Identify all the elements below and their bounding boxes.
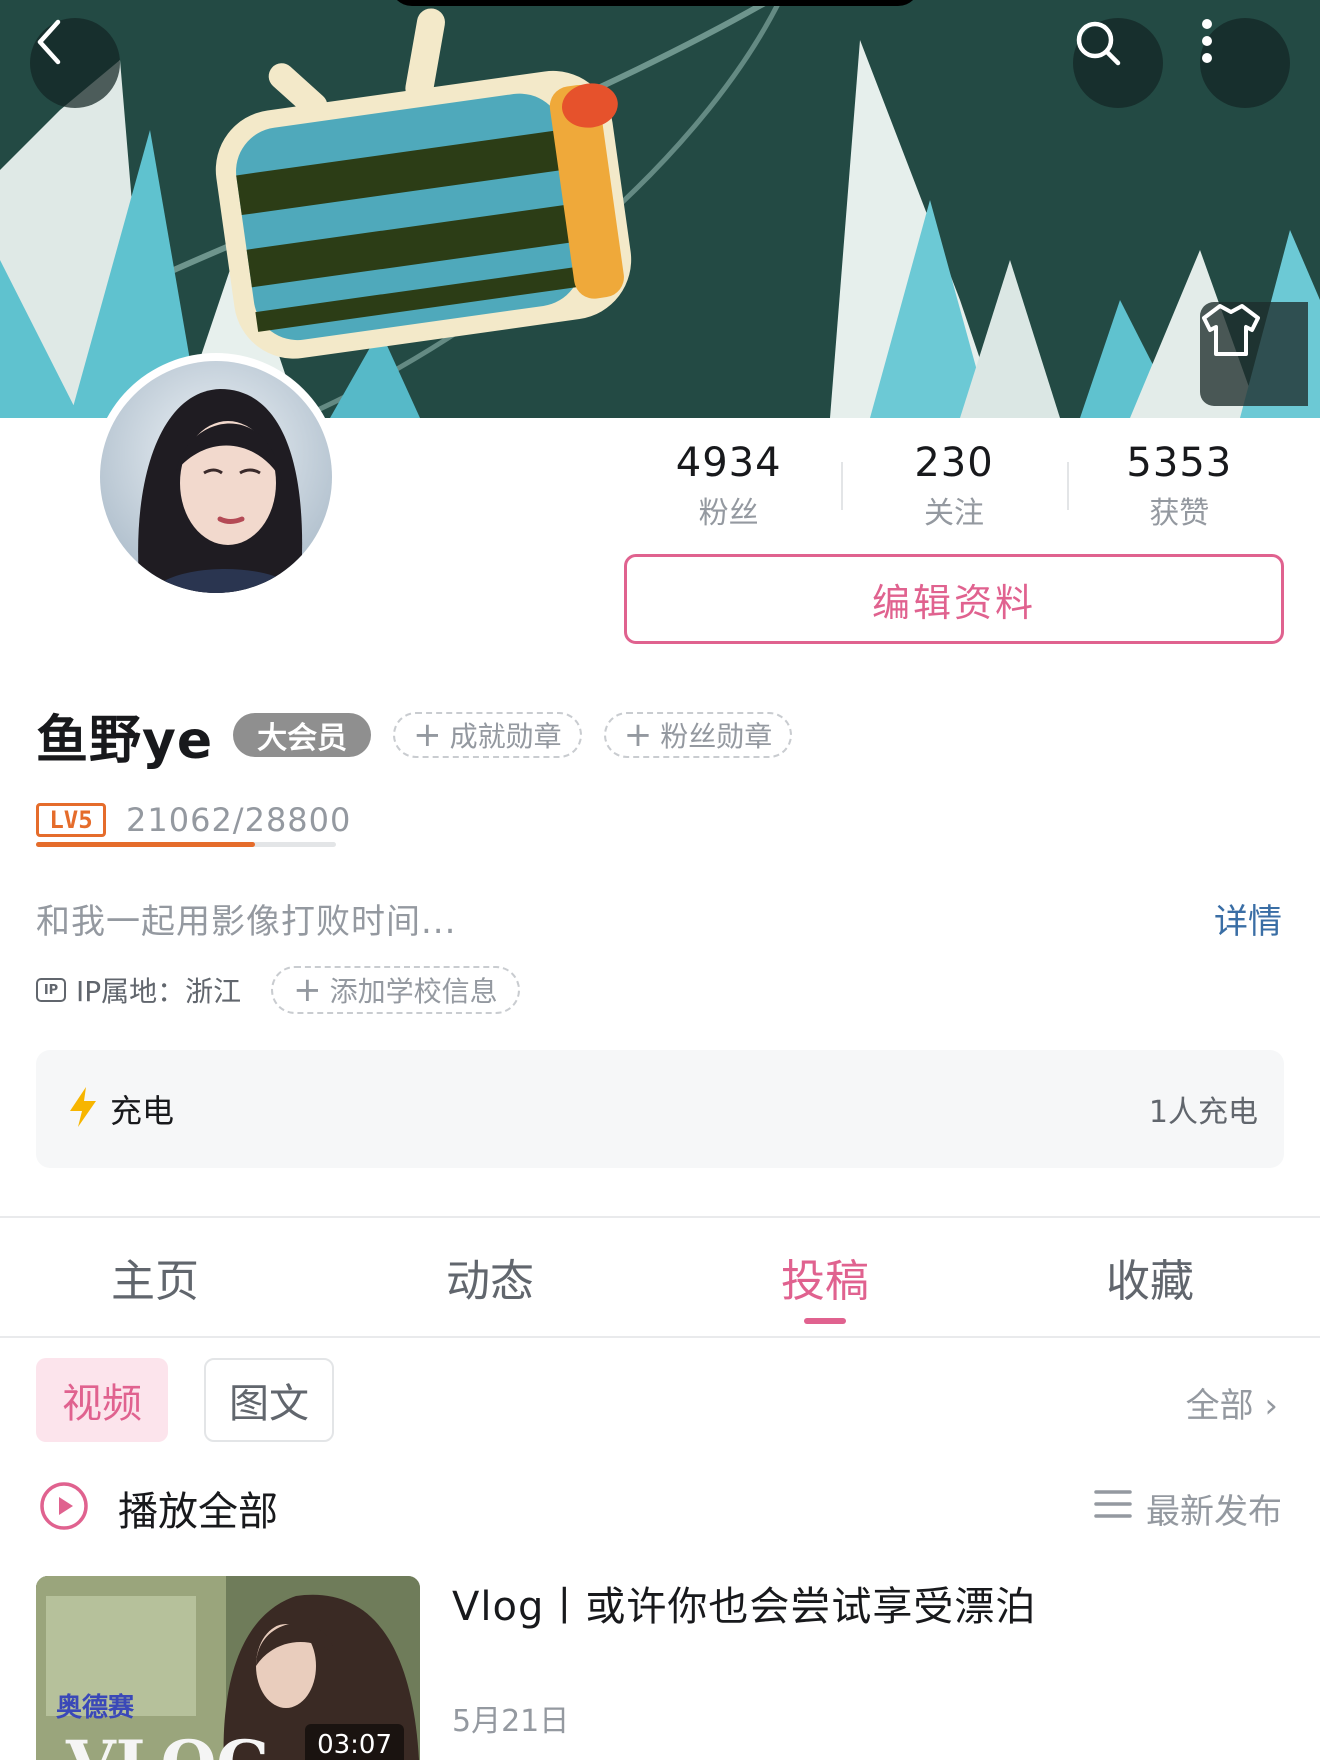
- stat-following[interactable]: 230 关注: [841, 438, 1066, 538]
- ip-icon: IP: [36, 978, 66, 1002]
- detail-link[interactable]: 详情: [1214, 894, 1282, 943]
- filter-video-chip[interactable]: 视频: [36, 1358, 168, 1442]
- user-signature: 和我一起用影像打败时间...: [36, 902, 457, 942]
- add-school-label: 添加学校信息: [329, 975, 498, 1008]
- play-all-label: 播放全部: [118, 1489, 278, 1535]
- plus-icon: +: [413, 715, 442, 755]
- achievement-medal-label: 成就勋章: [449, 720, 562, 753]
- stat-likes[interactable]: 5353 获赞: [1066, 438, 1292, 538]
- video-date: 5月21日: [452, 1704, 570, 1739]
- ip-row: IP IP属地：浙江 + 添加学校信息: [36, 962, 520, 1018]
- profile-tabs: 主页 动态 投稿 收藏: [0, 1218, 1320, 1336]
- list-sort-icon: [1094, 1488, 1132, 1529]
- tab-home[interactable]: 主页: [0, 1218, 310, 1336]
- charge-panel[interactable]: 充电 1人充电: [36, 1050, 1284, 1168]
- tabs-divider-bottom: [0, 1336, 1320, 1338]
- tab-favorites[interactable]: 收藏: [980, 1218, 1320, 1336]
- search-button[interactable]: [1073, 18, 1163, 108]
- level-badge: LV5: [36, 803, 106, 837]
- level-progress-text: 21062/28800: [126, 801, 352, 839]
- play-circle-icon: [38, 1480, 90, 1536]
- fans-medal-chip[interactable]: + 粉丝勋章: [603, 712, 793, 758]
- plus-icon: +: [623, 715, 653, 755]
- plus-icon: +: [293, 970, 322, 1010]
- edit-profile-button[interactable]: 编辑资料: [624, 554, 1284, 644]
- profile-stats: 4934 粉丝 230 关注 5353 获赞: [616, 438, 1292, 538]
- ip-location: IP属地：浙江: [76, 975, 242, 1008]
- video-title[interactable]: Vlog丨或许你也会尝试享受漂泊: [452, 1574, 1036, 1632]
- level-progress-bar: [36, 842, 336, 847]
- tab-submissions-label: 投稿: [781, 1256, 869, 1307]
- tab-favorites-label: 收藏: [1106, 1256, 1194, 1307]
- device-notch: [390, 0, 920, 6]
- fans-medal-label: 粉丝勋章: [660, 720, 773, 753]
- thumb-vlog-text: VLOG: [65, 1727, 271, 1760]
- filter-image-text-chip[interactable]: 图文: [204, 1358, 334, 1442]
- add-school-chip[interactable]: + 添加学校信息: [271, 966, 520, 1014]
- charge-label: 充电: [110, 1092, 175, 1130]
- back-button[interactable]: [30, 18, 120, 108]
- tab-submissions[interactable]: 投稿: [670, 1218, 980, 1336]
- level-row[interactable]: LV5 21062/28800: [36, 796, 351, 844]
- profile-page: 4934 粉丝 230 关注 5353 获赞 编辑资料 鱼野ye 大会员 + 成…: [0, 0, 1320, 1760]
- tab-dynamics[interactable]: 动态: [310, 1218, 670, 1336]
- charge-count: 1人充电: [1148, 1095, 1258, 1130]
- tab-dynamics-label: 动态: [446, 1256, 534, 1307]
- video-thumbnail[interactable]: 奥德赛 VLOG 03:07: [36, 1576, 420, 1760]
- video-duration: 03:07: [305, 1724, 404, 1760]
- stat-fans-value: 4934: [675, 440, 782, 486]
- thumb-overlay-text: 奥德赛: [56, 1692, 135, 1723]
- sort-label: 最新发布: [1146, 1491, 1282, 1532]
- username: 鱼野ye: [36, 710, 214, 771]
- level-progress-fill: [36, 842, 256, 847]
- lightning-icon: [66, 1085, 100, 1133]
- stat-following-label: 关注: [923, 496, 984, 531]
- stat-likes-label: 获赞: [1149, 496, 1210, 531]
- user-avatar[interactable]: [92, 353, 340, 601]
- tab-home-label: 主页: [111, 1256, 199, 1307]
- all-submissions-link[interactable]: 全部 ›: [1186, 1378, 1278, 1427]
- stat-following-value: 230: [914, 440, 994, 486]
- tab-active-indicator: [804, 1318, 846, 1324]
- stat-fans[interactable]: 4934 粉丝: [616, 438, 841, 538]
- change-skin-button[interactable]: [1200, 302, 1308, 406]
- more-button[interactable]: [1200, 18, 1290, 108]
- achievement-medal-chip[interactable]: + 成就勋章: [393, 712, 582, 758]
- name-row: 鱼野ye 大会员 + 成就勋章 + 粉丝勋章: [36, 700, 793, 771]
- play-all-button[interactable]: 播放全部: [38, 1476, 278, 1540]
- vip-badge[interactable]: 大会员: [233, 713, 372, 757]
- sort-button[interactable]: 最新发布: [1094, 1482, 1282, 1534]
- avatar-image: [100, 361, 332, 593]
- stat-fans-label: 粉丝: [698, 496, 759, 531]
- stat-likes-value: 5353: [1126, 440, 1233, 486]
